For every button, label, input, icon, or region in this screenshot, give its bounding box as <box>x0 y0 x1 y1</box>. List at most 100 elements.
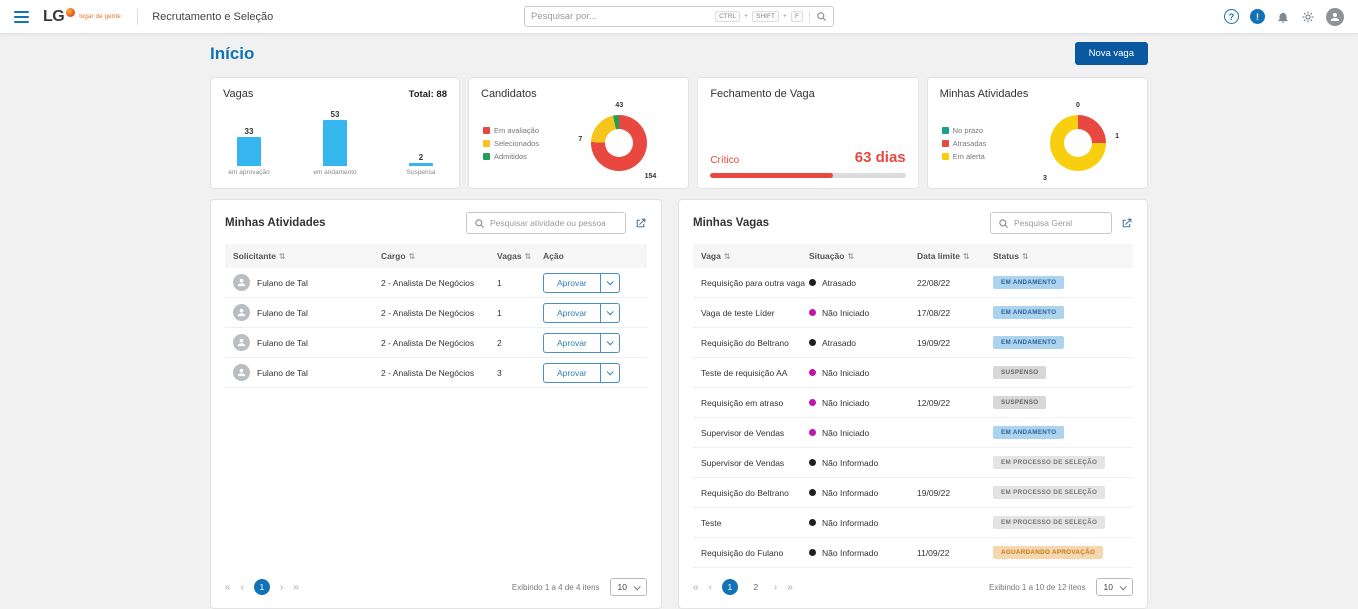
situacao-label: Não Informado <box>822 548 878 558</box>
sort-icon[interactable]: ⇅ <box>847 252 854 261</box>
pagination-prev[interactable]: ‹ <box>709 582 712 593</box>
info-icon[interactable]: ! <box>1250 9 1265 24</box>
card-title: Fechamento de Vaga <box>710 88 814 100</box>
pagination-page-1[interactable]: 1 <box>254 579 270 595</box>
column-cargo[interactable]: Cargo⇅ <box>381 251 497 261</box>
sort-icon[interactable]: ⇅ <box>1022 252 1029 261</box>
sort-icon[interactable]: ⇅ <box>409 252 416 261</box>
menu-icon[interactable] <box>14 11 29 23</box>
pagination-next[interactable]: › <box>774 582 777 593</box>
column-data-limite[interactable]: Data limite⇅ <box>917 251 993 261</box>
approve-dropdown-button[interactable] <box>601 363 620 383</box>
legend-label: Admitidos <box>494 152 527 161</box>
vacancies-search-input[interactable] <box>1014 218 1104 228</box>
table-row[interactable]: Requisição do Fulano Não Informado 11/09… <box>693 538 1133 568</box>
expand-icon[interactable] <box>1120 217 1133 230</box>
pagination-last[interactable]: » <box>787 582 793 593</box>
brand-logo[interactable]: LG lugar de gente <box>43 8 123 26</box>
legend-label: Atrasadas <box>953 139 987 148</box>
column-vagas[interactable]: Vagas⇅ <box>497 251 543 261</box>
person-icon <box>236 337 247 348</box>
vaga-name: Requisição para outra vaga <box>701 278 809 288</box>
sort-icon[interactable]: ⇅ <box>963 252 970 261</box>
deadline-progress-track <box>710 173 905 178</box>
column-situacao[interactable]: Situação⇅ <box>809 251 917 261</box>
activities-search[interactable] <box>466 212 626 234</box>
activities-panel: Minhas Atividades Solicitante⇅ Cargo⇅ Va… <box>210 199 662 609</box>
page-size-select[interactable]: 10 <box>610 578 647 596</box>
pagination-next[interactable]: › <box>280 582 283 593</box>
notifications-bell-icon[interactable] <box>1276 10 1290 24</box>
situacao-label: Não Iniciado <box>822 428 869 438</box>
donut-value: 43 <box>615 102 623 109</box>
table-row[interactable]: Requisição do Beltrano Não Informado 19/… <box>693 478 1133 508</box>
search-icon[interactable] <box>816 11 827 22</box>
legend-swatch <box>942 127 949 134</box>
table-row[interactable]: Supervisor de Vendas Não Iniciado EM AND… <box>693 418 1133 448</box>
global-search[interactable]: CTRL + SHIFT + F <box>524 6 834 27</box>
approve-split-button: Aprovar <box>543 273 639 293</box>
approve-dropdown-button[interactable] <box>601 303 620 323</box>
pagination-last[interactable]: » <box>293 582 299 593</box>
legend-item: Admitidos <box>483 152 576 161</box>
shortcut-key-f: F <box>791 11 803 22</box>
table-row[interactable]: Teste de requisição AA Não Iniciado SUSP… <box>693 358 1133 388</box>
pagination-first[interactable]: « <box>693 582 699 593</box>
pagination-first[interactable]: « <box>225 582 231 593</box>
table-row[interactable]: Requisição do Beltrano Atrasado 19/09/22… <box>693 328 1133 358</box>
divider <box>137 9 138 25</box>
column-vaga[interactable]: Vaga⇅ <box>701 251 809 261</box>
approve-button[interactable]: Aprovar <box>543 273 601 293</box>
approve-button[interactable]: Aprovar <box>543 303 601 323</box>
sort-icon[interactable]: ⇅ <box>525 252 532 261</box>
table-row[interactable]: Teste Não Informado EM PROCESSO DE SELEÇ… <box>693 508 1133 538</box>
page-size-select[interactable]: 10 <box>1096 578 1133 596</box>
status-badge: EM ANDAMENTO <box>993 336 1064 349</box>
help-icon[interactable]: ? <box>1224 9 1239 24</box>
vaga-name: Vaga de teste Líder <box>701 308 809 318</box>
shortcut-plus: + <box>744 13 748 20</box>
table-row[interactable]: Vaga de teste Líder Não Iniciado 17/08/2… <box>693 298 1133 328</box>
pagination-page-2[interactable]: 2 <box>748 579 764 595</box>
column-solicitante[interactable]: Solicitante⇅ <box>233 251 381 261</box>
vaga-name: Requisição do Fulano <box>701 548 809 558</box>
table-row[interactable]: Requisição para outra vaga Atrasado 22/0… <box>693 268 1133 298</box>
panels-row: Minhas Atividades Solicitante⇅ Cargo⇅ Va… <box>210 199 1148 609</box>
approve-button[interactable]: Aprovar <box>543 363 601 383</box>
activities-search-input[interactable] <box>490 218 618 228</box>
vacancies-table-header: Vaga⇅ Situação⇅ Data limite⇅ Status⇅ <box>693 244 1133 268</box>
column-status[interactable]: Status⇅ <box>993 251 1125 261</box>
approve-button[interactable]: Aprovar <box>543 333 601 353</box>
chevron-down-icon <box>607 278 614 285</box>
data-limite: 17/08/22 <box>917 308 993 318</box>
pagination-prev[interactable]: ‹ <box>241 582 244 593</box>
new-vacancy-button[interactable]: Nova vaga <box>1075 42 1148 65</box>
situacao-dot <box>809 429 816 436</box>
global-search-input[interactable] <box>531 11 711 22</box>
table-row: Fulano de Tal 2 - Analista De Negócios 1… <box>225 298 647 328</box>
situacao-dot <box>809 339 816 346</box>
candidatos-legend: Em avaliação Selecionados Admitidos <box>481 126 576 161</box>
expand-icon[interactable] <box>634 217 647 230</box>
approve-dropdown-button[interactable] <box>601 273 620 293</box>
sort-icon[interactable]: ⇅ <box>724 252 731 261</box>
chevron-down-icon <box>607 368 614 375</box>
table-row[interactable]: Supervisor de Vendas Não Informado EM PR… <box>693 448 1133 478</box>
atividades-donut-chart: 0 1 3 <box>1035 100 1121 186</box>
avatar <box>233 274 250 291</box>
user-avatar[interactable] <box>1326 8 1344 26</box>
table-row[interactable]: Requisição em atraso Não Iniciado 12/09/… <box>693 388 1133 418</box>
settings-gear-icon[interactable] <box>1301 10 1315 24</box>
sort-icon[interactable]: ⇅ <box>279 252 286 261</box>
vagas-card: Vagas Total: 88 33 em aprovação 53 em an… <box>210 77 460 189</box>
approve-dropdown-button[interactable] <box>601 333 620 353</box>
situacao-dot <box>809 489 816 496</box>
vacancies-search[interactable] <box>990 212 1112 234</box>
avatar <box>233 364 250 381</box>
data-limite: 11/09/22 <box>917 548 993 558</box>
approve-split-button: Aprovar <box>543 303 639 323</box>
pagination-page-1[interactable]: 1 <box>722 579 738 595</box>
situacao-dot <box>809 459 816 466</box>
vagas-count: 2 <box>497 338 543 348</box>
situacao-dot <box>809 279 816 286</box>
